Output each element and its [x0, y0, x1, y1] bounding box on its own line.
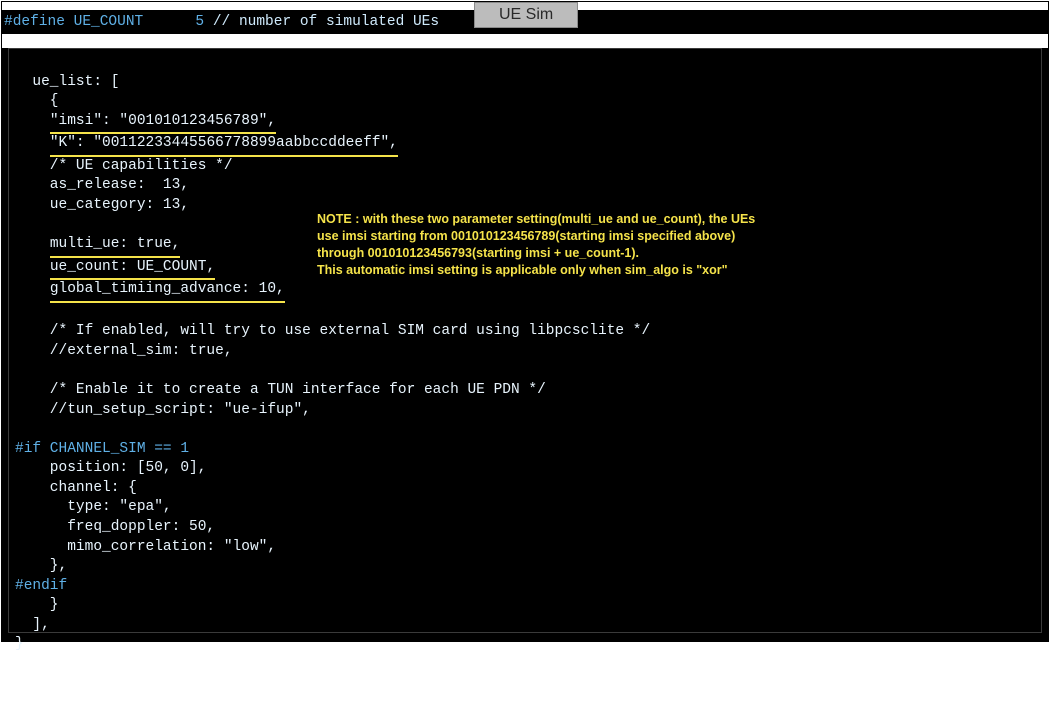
code-line: position: [50, 0],	[15, 460, 206, 476]
code-timing-advance: global_timiing_advance: 10,	[50, 280, 285, 303]
code-line: ],	[15, 617, 50, 633]
code-line: type: "epa",	[15, 499, 172, 515]
code-line: {	[15, 93, 59, 109]
code-line: /* Enable it to create a TUN interface f…	[15, 382, 546, 398]
tab-ue-sim[interactable]: UE Sim	[474, 2, 578, 28]
header-row: #define UE_COUNT 5 // number of simulate…	[2, 10, 1048, 34]
code-line: ue_category: 13,	[15, 197, 189, 213]
code-k: "K": "00112233445566778899aabbccddeeff",	[50, 134, 398, 157]
code-area[interactable]: ue_list: [ { "imsi": "001010123456789", …	[8, 48, 1042, 633]
code-line: }	[15, 597, 59, 613]
code-line: mimo_correlation: "low",	[15, 539, 276, 555]
code-line: }	[15, 636, 24, 652]
note-line2: use imsi starting from 001010123456789(s…	[317, 229, 735, 243]
code-line: /* If enabled, will try to use external …	[15, 323, 650, 339]
code-line: //external_sim: true,	[15, 343, 233, 359]
code-ue-count: ue_count: UE_COUNT,	[50, 258, 215, 281]
define-text: #define UE_COUNT 5	[4, 14, 213, 30]
code-preproc-endif: #endif	[15, 578, 67, 594]
define-line: #define UE_COUNT 5 // number of simulate…	[2, 14, 439, 30]
note-line4: This automatic imsi setting is applicabl…	[317, 263, 728, 277]
define-comment: // number of simulated UEs	[213, 14, 439, 30]
note-line1: : with these two parameter setting(multi…	[352, 212, 756, 226]
code-line: /* UE capabilities */	[15, 158, 233, 174]
editor-frame: #define UE_COUNT 5 // number of simulate…	[1, 1, 1049, 642]
code-line: channel: {	[15, 480, 137, 496]
note-label: NOTE	[317, 212, 352, 226]
code-multi-ue: multi_ue: true,	[50, 235, 181, 258]
code-line: as_release: 13,	[15, 177, 189, 193]
code-line: },	[15, 558, 67, 574]
code-line	[15, 135, 50, 151]
code-line	[15, 259, 50, 275]
gap-spacer	[2, 34, 1048, 48]
code-line	[15, 113, 50, 129]
note-line3: through 001010123456793(starting imsi + …	[317, 246, 639, 260]
code-preproc-if: #if CHANNEL_SIM == 1	[15, 441, 189, 457]
code-line	[15, 236, 50, 252]
code-line: //tun_setup_script: "ue-ifup",	[15, 402, 311, 418]
code-line	[15, 281, 50, 297]
code-line: ue_list: [	[15, 74, 119, 90]
code-imsi: "imsi": "001010123456789",	[50, 112, 276, 135]
note-annotation: NOTE : with these two parameter setting(…	[317, 211, 937, 279]
code-line: freq_doppler: 50,	[15, 519, 215, 535]
